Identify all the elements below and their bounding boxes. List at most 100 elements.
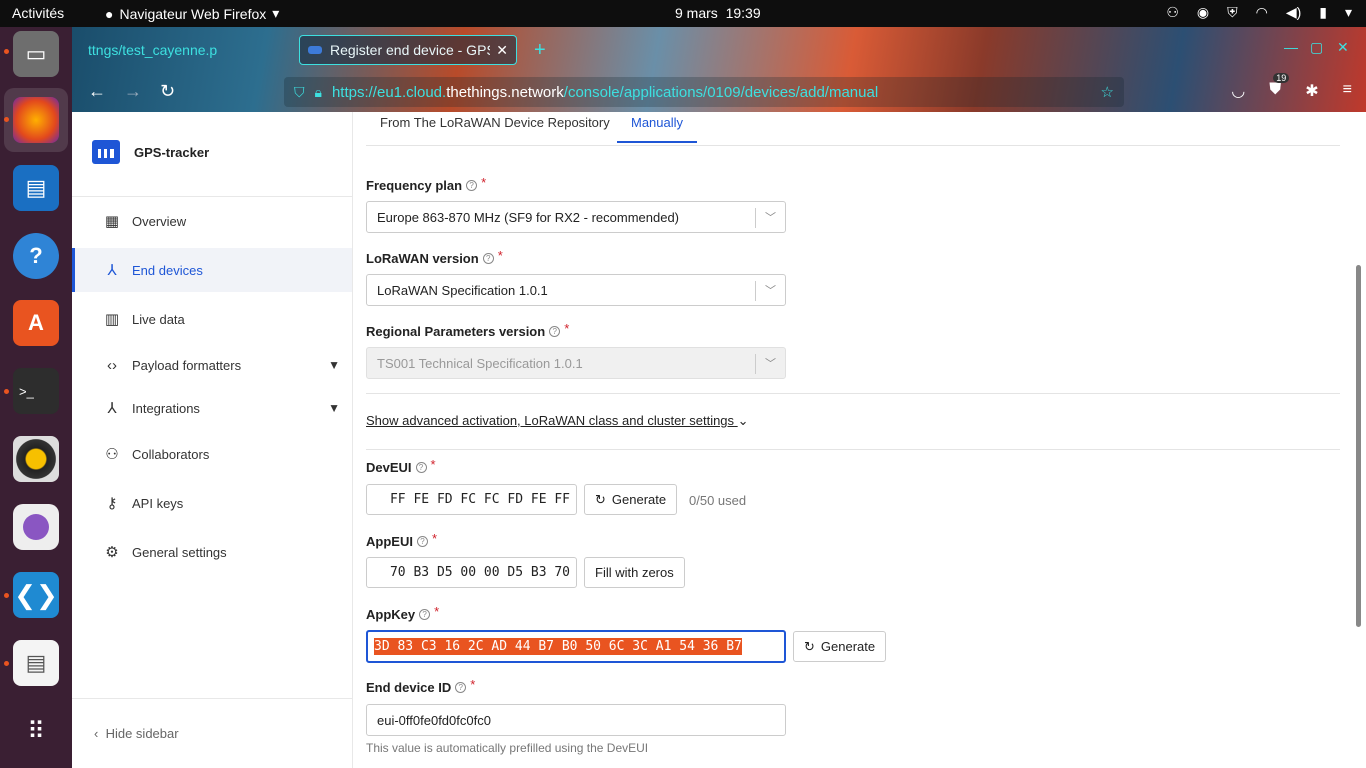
generate-appkey-button[interactable]: ↻ Generate bbox=[793, 631, 887, 662]
clock-time: 19:39 bbox=[725, 5, 761, 21]
bookmark-star-icon[interactable]: ☆ bbox=[1101, 83, 1114, 101]
menu-icon[interactable]: ≡ bbox=[1343, 81, 1352, 101]
sidebar-item-overview[interactable]: ▦ Overview bbox=[72, 199, 352, 243]
fill-with-zeros-button[interactable]: Fill with zeros bbox=[584, 557, 685, 588]
advanced-settings-toggle[interactable]: Show advanced activation, LoRaWAN class … bbox=[366, 413, 749, 429]
advanced-settings-label: Show advanced activation, LoRaWAN class … bbox=[366, 413, 735, 428]
chevron-down-icon[interactable]: ▼ bbox=[328, 358, 340, 372]
help-icon[interactable]: ? bbox=[415, 462, 427, 473]
document-viewer-icon[interactable]: ▤ bbox=[13, 640, 59, 686]
help-icon[interactable]: ? bbox=[13, 233, 59, 279]
url-bar[interactable]: ⛉ 🔒︎ https://eu1.cloud. thethings.network… bbox=[284, 77, 1124, 107]
required-marker: * bbox=[481, 175, 487, 190]
gear-icon: ⚙ bbox=[105, 544, 119, 561]
ublock-icon[interactable]: ⛊ 19 bbox=[1269, 73, 1290, 101]
tracking-shield-icon[interactable]: ⛉ bbox=[294, 84, 305, 101]
frequency-plan-select[interactable]: Europe 863-870 MHz (SF9 for RX2 - recomm… bbox=[366, 201, 786, 233]
regional-params-select: TS001 Technical Specification 1.0.1 ﹀ bbox=[366, 347, 786, 379]
app-grid-icon[interactable]: ⠿ bbox=[13, 708, 59, 754]
power-menu-icon[interactable]: ▾ bbox=[1345, 4, 1352, 21]
terminal-icon[interactable]: >_ bbox=[13, 368, 59, 414]
running-indicator bbox=[4, 593, 9, 598]
sidebar-item-label: Overview bbox=[132, 213, 187, 229]
tab-test-cayenne[interactable]: ttngs/test_cayenne.p bbox=[80, 35, 295, 65]
vscode-icon[interactable]: ❮❯ bbox=[13, 572, 59, 618]
help-icon[interactable]: ? bbox=[466, 180, 478, 191]
firefox-small-icon: ● bbox=[105, 5, 114, 22]
back-icon[interactable]: ← bbox=[88, 81, 106, 102]
help-icon[interactable]: ? bbox=[419, 609, 431, 620]
sidebar-item-end-devices[interactable]: ⅄ End devices bbox=[72, 248, 352, 292]
wifi-icon[interactable]: ◠ bbox=[1256, 4, 1268, 21]
system-tray[interactable]: ⚇ ◉ ⛨ ◠ ◀) ▮ ▾ bbox=[1166, 4, 1352, 21]
appkey-input[interactable]: 3D 83 C3 16 2C AD 44 B7 B0 50 6C 3C A1 5… bbox=[366, 630, 786, 663]
help-icon[interactable]: ? bbox=[416, 536, 428, 547]
frequency-plan-label: Frequency plan ? * bbox=[366, 175, 487, 193]
sidebar-item-live-data[interactable]: ▥ Live data bbox=[72, 297, 352, 341]
main-content: From The LoRaWAN Device Repository Manua… bbox=[353, 112, 1353, 768]
forward-icon[interactable]: → bbox=[124, 81, 142, 102]
appeui-input[interactable]: 70 B3 D5 00 00 D5 B3 70 bbox=[366, 557, 577, 588]
required-marker: * bbox=[470, 677, 476, 692]
tab-manually[interactable]: Manually bbox=[617, 115, 698, 143]
clock-date: 9 mars bbox=[675, 5, 718, 21]
tab-register-end-device[interactable]: Register end device - GPS ✕ bbox=[299, 35, 517, 65]
chevron-down-icon: ⌄ bbox=[737, 413, 749, 428]
reload-icon[interactable]: ↻ bbox=[160, 81, 175, 102]
help-icon[interactable]: ? bbox=[482, 253, 494, 264]
lock-icon[interactable]: 🔒︎ bbox=[315, 84, 322, 101]
running-indicator bbox=[4, 389, 9, 394]
sidebar-item-collaborators[interactable]: ⚇ Collaborators bbox=[72, 432, 352, 476]
writer-icon[interactable]: ▤ bbox=[13, 165, 59, 211]
toolbar-icons: ◡ ⛊ 19 ✱ ≡ bbox=[1231, 73, 1352, 101]
app-menu[interactable]: ● Navigateur Web Firefox ▾ bbox=[105, 5, 279, 22]
firefox-icon[interactable] bbox=[13, 97, 59, 143]
maximize-icon[interactable]: ▢ bbox=[1310, 39, 1323, 56]
deveui-usage: 0/50 used bbox=[689, 493, 747, 508]
page-scrollbar[interactable] bbox=[1356, 265, 1361, 627]
files-icon[interactable]: ▭ bbox=[13, 31, 59, 77]
pocket-icon[interactable]: ◡ bbox=[1231, 81, 1245, 101]
sidebar-item-api-keys[interactable]: ⚷ API keys bbox=[72, 481, 352, 525]
deveui-input[interactable]: FF FE FD FC FC FD FE FF bbox=[366, 484, 577, 515]
sidebar-item-general-settings[interactable]: ⚙ General settings bbox=[72, 530, 352, 574]
sidebar-item-integrations[interactable]: ⅄ Integrations ▼ bbox=[72, 386, 352, 430]
end-device-id-input[interactable]: eui-0ff0fe0fd0fc0fc0 bbox=[366, 704, 786, 736]
sidebar-item-payload-formatters[interactable]: ‹› Payload formatters ▼ bbox=[72, 343, 352, 387]
extension-icon[interactable]: ✱ bbox=[1305, 81, 1318, 101]
tab-device-repository[interactable]: From The LoRaWAN Device Repository bbox=[380, 115, 610, 130]
lorawan-version-select[interactable]: LoRaWAN Specification 1.0.1 ﹀ bbox=[366, 274, 786, 306]
people-icon[interactable]: ⚇ bbox=[1166, 4, 1179, 21]
help-icon[interactable]: ? bbox=[455, 682, 467, 693]
chevron-down-icon[interactable]: ﹀ bbox=[755, 281, 785, 301]
clock[interactable]: 9 mars 19:39 bbox=[675, 5, 761, 21]
required-marker: * bbox=[431, 531, 438, 546]
activities-button[interactable]: Activités bbox=[12, 5, 64, 21]
hide-sidebar-button[interactable]: ‹ Hide sidebar bbox=[94, 726, 179, 741]
select-value: LoRaWAN Specification 1.0.1 bbox=[377, 282, 548, 298]
help-icon[interactable]: ? bbox=[549, 326, 561, 337]
volume-icon[interactable]: ◀) bbox=[1286, 4, 1301, 21]
url-prefix: https://eu1.cloud. bbox=[331, 83, 447, 101]
minimize-icon[interactable]: — bbox=[1284, 39, 1298, 55]
new-tab-icon[interactable]: + bbox=[534, 39, 546, 62]
generate-deveui-button[interactable]: ↻ Generate bbox=[584, 484, 678, 515]
battery-icon[interactable]: ▮ bbox=[1319, 4, 1327, 21]
software-icon[interactable]: A bbox=[13, 300, 59, 346]
rhythmbox-icon[interactable] bbox=[13, 436, 59, 482]
close-icon[interactable]: ✕ bbox=[496, 42, 508, 59]
chevron-down-icon[interactable]: ▼ bbox=[328, 401, 340, 415]
discord-icon[interactable]: ◉ bbox=[1197, 4, 1209, 21]
input-value-selected: 3D 83 C3 16 2C AD 44 B7 B0 50 6C 3C A1 5… bbox=[374, 638, 742, 655]
application-name: GPS-tracker bbox=[134, 144, 210, 160]
close-window-icon[interactable]: ✕ bbox=[1337, 39, 1349, 56]
divider bbox=[366, 449, 1340, 450]
shield-icon[interactable]: ⛨ bbox=[1227, 4, 1238, 21]
button-label: Generate bbox=[611, 492, 667, 507]
code-icon: ‹› bbox=[107, 356, 117, 374]
chevron-down-icon[interactable]: ﹀ bbox=[755, 208, 785, 228]
ttn-favicon-icon bbox=[308, 46, 322, 54]
button-label: Fill with zeros bbox=[595, 565, 674, 580]
screenshot-icon[interactable] bbox=[13, 504, 59, 550]
application-logo-icon bbox=[92, 140, 120, 164]
